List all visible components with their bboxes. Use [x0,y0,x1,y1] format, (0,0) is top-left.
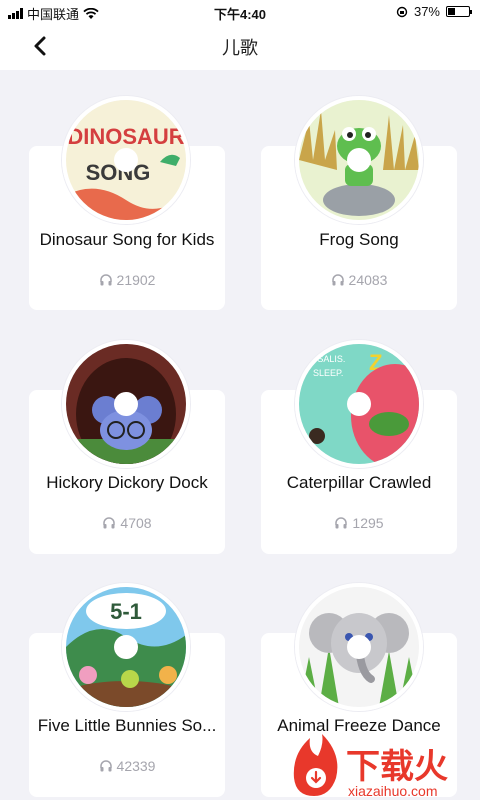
status-right: 37% [396,4,472,19]
play-count: 24083 [261,272,457,288]
song-title[interactable]: Frog Song [249,230,469,250]
play-count-value: 4708 [120,515,152,531]
song-title[interactable]: Animal Freeze Dance [249,716,469,736]
watermark-text: 下载火 [346,747,448,787]
status-bar: 中国联通 下午4:40 37% [0,0,480,22]
play-count-value: 24083 [348,272,388,288]
headphone-icon [99,760,112,772]
cover-text: SLEEP. [313,368,343,378]
song-title[interactable]: Caterpillar Crawled [249,473,469,493]
song-cover[interactable] [295,96,423,224]
cover-text: 5-1 [110,599,142,624]
headphone-icon [99,274,112,286]
play-count: 21902 [29,272,225,288]
watermark-logo: 下载火 xiazaihuo.com [293,734,448,799]
watermark-url: xiazaihuo.com [348,783,438,799]
disc-hole [114,148,138,172]
battery-icon [446,6,472,17]
headphone-icon [331,274,344,286]
page-title: 儿歌 [222,38,258,58]
song-cover[interactable]: 5-1 [62,583,190,711]
play-count: 4708 [29,515,225,531]
song-cover[interactable] [295,583,423,711]
play-count: 1295 [261,515,457,531]
song-title[interactable]: Hickory Dickory Dock [17,473,237,493]
headphone-icon [335,517,348,529]
disc-hole [347,392,371,416]
cover-text: DINOSAUR [67,124,184,149]
cover-text: RYSALIS. [305,354,345,364]
disc-hole [114,635,138,659]
disc-hole [347,148,371,172]
orientation-lock-icon [396,6,408,17]
song-cover[interactable]: DINOSAUR SONG [62,96,190,224]
disc-hole [347,635,371,659]
song-title[interactable]: Dinosaur Song for Kids [17,230,237,250]
song-cover[interactable]: RYSALIS. SLEEP. Z [295,340,423,468]
nav-header: 儿歌 [0,22,480,70]
play-count-value: 21902 [116,272,156,288]
headphone-icon [103,517,116,529]
song-title[interactable]: Five Little Bunnies So... [17,716,237,736]
song-cover[interactable] [62,340,190,468]
play-count-value: 42339 [116,758,156,774]
play-count: 42339 [29,758,225,774]
play-count-value: 1295 [352,515,384,531]
battery-percent: 37% [413,4,440,19]
song-grid: DINOSAUR SONG Dinosaur Song for Kids 219… [0,70,480,800]
disc-hole [114,392,138,416]
